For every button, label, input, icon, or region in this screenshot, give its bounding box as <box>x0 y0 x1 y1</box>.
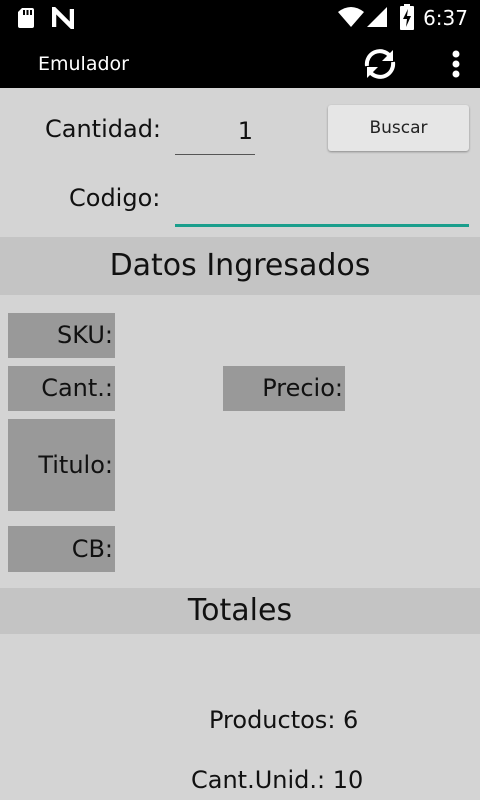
refresh-icon <box>364 49 396 79</box>
battery-charging-icon <box>400 4 414 30</box>
code-label: Codigo: <box>69 184 161 212</box>
search-button[interactable]: Buscar <box>328 105 469 151</box>
quantity-value: 1 <box>237 117 253 145</box>
totales-header: Totales <box>0 588 480 634</box>
code-input[interactable] <box>175 180 469 227</box>
sd-card-icon <box>18 8 34 28</box>
more-options-button[interactable] <box>441 44 471 84</box>
precio-label: Precio: <box>223 366 345 411</box>
more-vert-icon <box>452 50 460 78</box>
signal-icon <box>367 7 387 27</box>
quantity-input[interactable]: 1 <box>175 112 255 155</box>
n-logo-icon <box>52 7 74 29</box>
quantity-label: Cantidad: <box>45 115 162 143</box>
cant-label: Cant.: <box>8 366 115 411</box>
refresh-button[interactable] <box>358 44 402 84</box>
titulo-label: Titulo: <box>8 419 115 511</box>
datos-header: Datos Ingresados <box>0 237 480 295</box>
app-title: Emulador <box>38 53 129 75</box>
sku-label: SKU: <box>8 313 115 358</box>
status-time: 6:37 <box>423 6 468 30</box>
cb-label: CB: <box>8 526 115 572</box>
wifi-icon <box>338 7 364 27</box>
app-bar: Emulador <box>0 37 480 88</box>
cant-unid-total: Cant.Unid.: 10 <box>191 766 364 794</box>
status-bar: 6:37 <box>0 0 480 37</box>
productos-total: Productos: 6 <box>209 706 359 734</box>
